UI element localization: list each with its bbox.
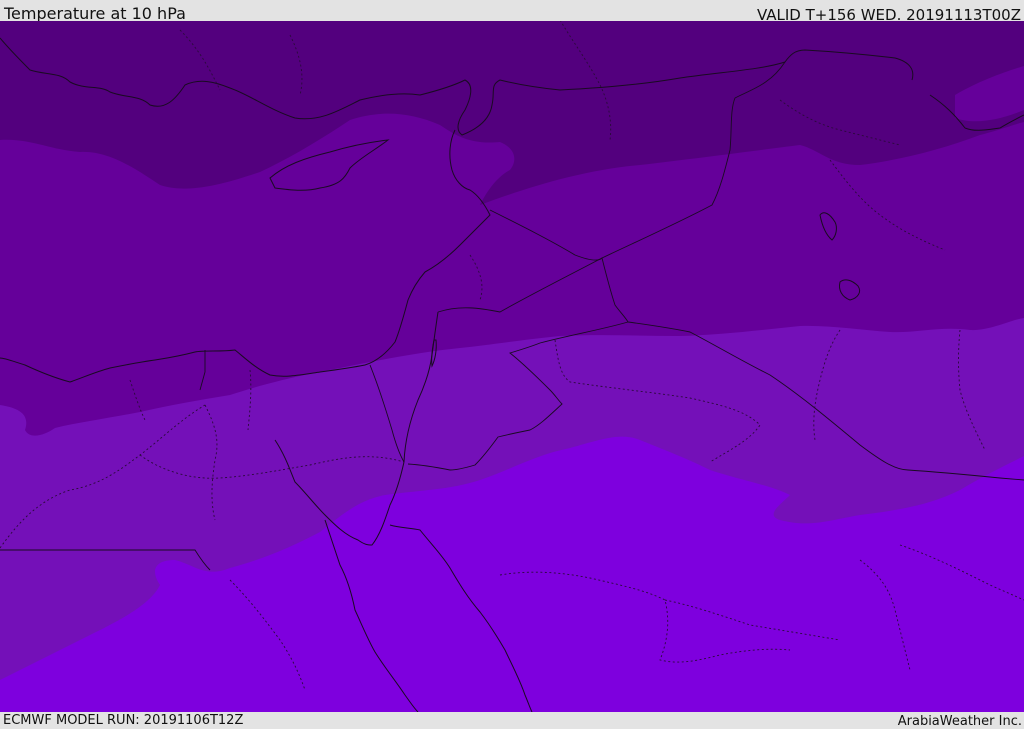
temperature-map <box>0 21 1024 712</box>
footer-bar: ECMWF MODEL RUN: 20191106T12Z ArabiaWeat… <box>0 712 1024 729</box>
model-run-label: ECMWF MODEL RUN: 20191106T12Z <box>3 713 244 728</box>
map-canvas <box>0 21 1024 712</box>
header-bar: Temperature at 10 hPa VALID T+156 WED. 2… <box>0 0 1024 24</box>
weather-map-frame: Temperature at 10 hPa VALID T+156 WED. 2… <box>0 0 1024 729</box>
credit-label: ArabiaWeather Inc. <box>897 714 1022 729</box>
